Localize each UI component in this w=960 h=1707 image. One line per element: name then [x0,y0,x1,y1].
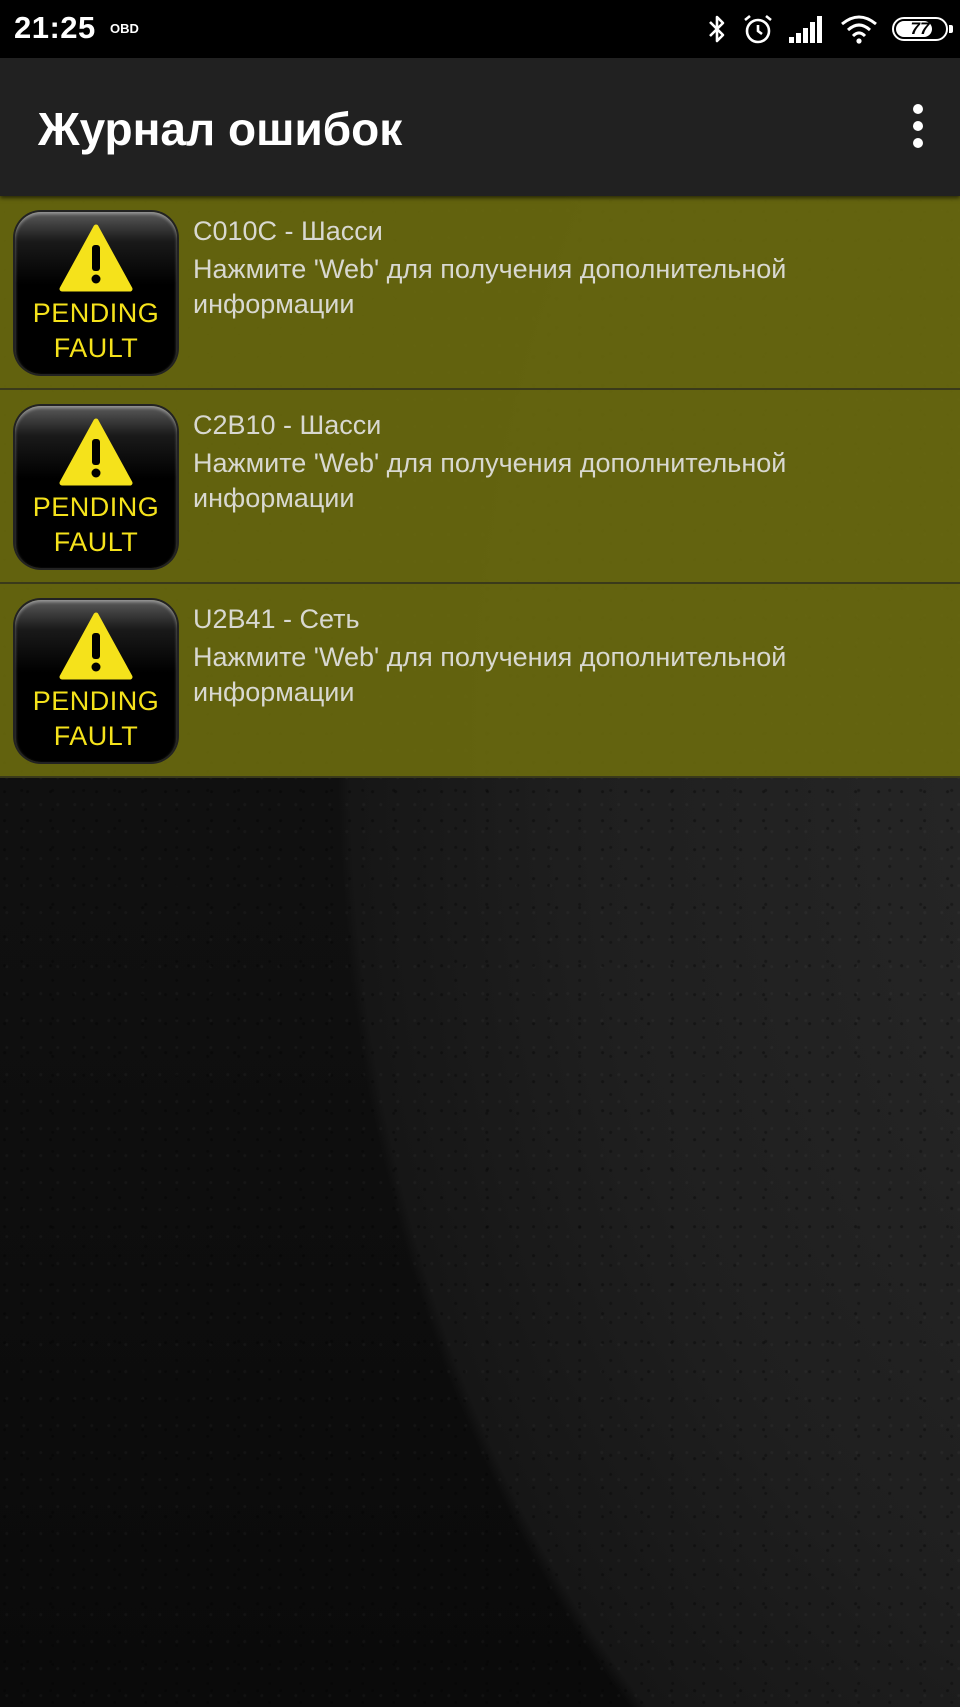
status-bar: 21:25 OBD 77 [0,0,960,58]
pending-fault-icon: PENDING FAULT [15,406,177,568]
fault-list: PENDING FAULT C010C - Шасси Нажмите 'Web… [0,196,960,778]
warning-triangle-icon [59,418,133,486]
warning-triangle-icon [59,224,133,292]
more-vert-icon[interactable] [896,96,940,156]
signal-icon [788,15,826,43]
page-title: Журнал ошибок [38,103,403,155]
menu-dot [913,121,923,131]
fault-description: Нажмите 'Web' для получения дополнительн… [193,642,787,707]
screen: 21:25 OBD 77 Журнал ошибок PENDING FAULT… [0,0,960,1707]
badge-text-pending: PENDING [32,298,160,328]
badge-text-fault: FAULT [53,333,139,363]
battery-level: 77 [910,19,930,38]
list-item-fault[interactable]: PENDING FAULT C2B10 - Шасси Нажмите 'Web… [0,390,960,584]
status-time: 21:25 [14,10,96,45]
pending-fault-icon: PENDING FAULT [15,600,177,762]
warning-triangle-icon [59,612,133,680]
bluetooth-icon [706,13,728,45]
list-item-fault[interactable]: PENDING FAULT U2B41 - Сеть Нажмите 'Web'… [0,584,960,778]
menu-dot [913,138,923,148]
fault-code: C010C - Шасси [193,216,383,246]
status-icons: 77 [706,10,953,48]
pending-fault-icon: PENDING FAULT [15,212,177,374]
fault-code: C2B10 - Шасси [193,410,382,440]
fault-code: U2B41 - Сеть [193,604,360,634]
badge-text-pending: PENDING [32,686,160,716]
list-item-fault[interactable]: PENDING FAULT C010C - Шасси Нажмите 'Web… [0,196,960,390]
badge-text-fault: FAULT [53,527,139,557]
menu-dot [913,104,923,114]
app-bar: Журнал ошибок [0,58,960,196]
fault-description: Нажмите 'Web' для получения дополнительн… [193,254,787,319]
alarm-icon [742,13,774,45]
wifi-icon [840,14,878,44]
obd-notification-badge: OBD [110,21,139,36]
battery-icon: 77 [892,17,953,41]
fault-description: Нажмите 'Web' для получения дополнительн… [193,448,787,513]
badge-text-pending: PENDING [32,492,160,522]
badge-text-fault: FAULT [53,721,139,751]
